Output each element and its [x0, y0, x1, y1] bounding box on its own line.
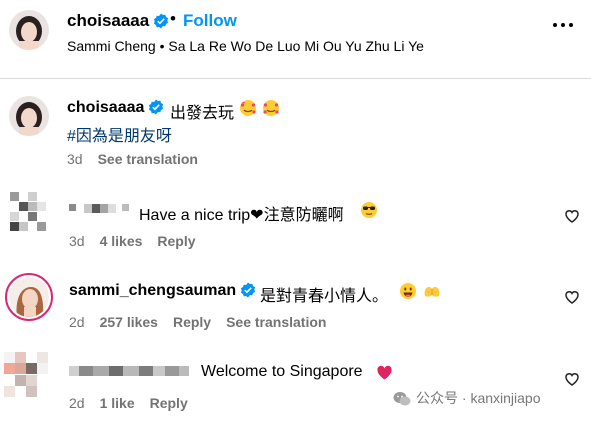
post-header: choisaaaa • Follow Sammi Cheng • Sa La R…	[0, 0, 591, 76]
smiling-face-with-hearts-emoji-icon	[263, 100, 279, 116]
blurred-avatar	[4, 352, 49, 397]
divider	[0, 78, 591, 79]
wechat-icon	[393, 392, 411, 406]
verified-badge-icon	[241, 282, 256, 298]
reply-button[interactable]: Reply	[173, 314, 211, 330]
comment-text: Welcome to Singapore	[201, 363, 363, 380]
see-translation-link[interactable]: See translation	[226, 314, 326, 330]
follow-button[interactable]: Follow	[183, 11, 237, 31]
verified-badge-icon	[149, 99, 164, 115]
comment-meta: 2d 257 likes Reply See translation	[69, 314, 341, 330]
audio-subtitle[interactable]: Sammi Cheng • Sa La Re Wo De Luo Mi Ou Y…	[67, 38, 424, 54]
caption-hashtag[interactable]: #因為是朋友呀	[67, 122, 172, 146]
watermark: 公众号 · kanxinjiapo	[393, 388, 541, 408]
comment-time[interactable]: 2d	[69, 395, 85, 411]
heart-icon[interactable]	[564, 371, 580, 387]
smiling-face-with-hearts-emoji-icon	[240, 100, 256, 116]
grinning-face-emoji-icon	[400, 283, 416, 299]
username-link[interactable]: choisaaaa	[67, 11, 149, 30]
comment-meta: 3d 4 likes Reply	[69, 233, 211, 249]
verified-badge-icon	[154, 13, 169, 29]
caption-username[interactable]: choisaaaa	[67, 99, 164, 117]
comment-likes[interactable]: 257 likes	[100, 314, 158, 330]
blurred-username	[69, 204, 135, 213]
blurred-avatar	[10, 192, 48, 232]
comment-avatar[interactable]	[5, 273, 53, 321]
caption-time[interactable]: 3d	[67, 151, 83, 167]
watermark-text: 公众号 · kanxinjiapo	[416, 390, 541, 406]
reply-button[interactable]: Reply	[150, 395, 188, 411]
caption-avatar[interactable]	[9, 96, 49, 136]
comment-likes[interactable]: 4 likes	[100, 233, 143, 249]
comment-time[interactable]: 2d	[69, 314, 85, 330]
comment-likes[interactable]: 1 like	[100, 395, 135, 411]
comment-time[interactable]: 3d	[69, 233, 85, 249]
comment-meta: 2d 1 like Reply	[69, 395, 203, 411]
heart-icon[interactable]	[564, 289, 580, 305]
see-translation-link[interactable]: See translation	[98, 151, 198, 167]
heart-icon[interactable]	[564, 208, 580, 224]
comment-text: 是對青春小情人。	[260, 288, 389, 305]
blurred-username	[69, 366, 189, 376]
sunglasses-face-emoji-icon	[361, 202, 377, 218]
separator-dot: •	[170, 9, 176, 28]
caption-meta: 3d See translation	[67, 151, 213, 167]
heart-hands-emoji-icon	[424, 286, 440, 297]
post-author-username[interactable]: choisaaaa	[67, 11, 169, 31]
more-options-icon[interactable]	[551, 20, 575, 30]
caption-username-text[interactable]: choisaaaa	[67, 99, 144, 116]
red-heart-emoji-icon	[377, 365, 392, 380]
avatar[interactable]	[9, 10, 49, 50]
comment-text: Have a nice trip❤注意防曬啊	[139, 207, 344, 224]
comment-username-text[interactable]: sammi_chengsauman	[69, 282, 236, 299]
reply-button[interactable]: Reply	[157, 233, 195, 249]
caption-text: 出發去玩	[170, 105, 235, 122]
comment-username[interactable]: sammi_chengsauman	[69, 282, 256, 300]
